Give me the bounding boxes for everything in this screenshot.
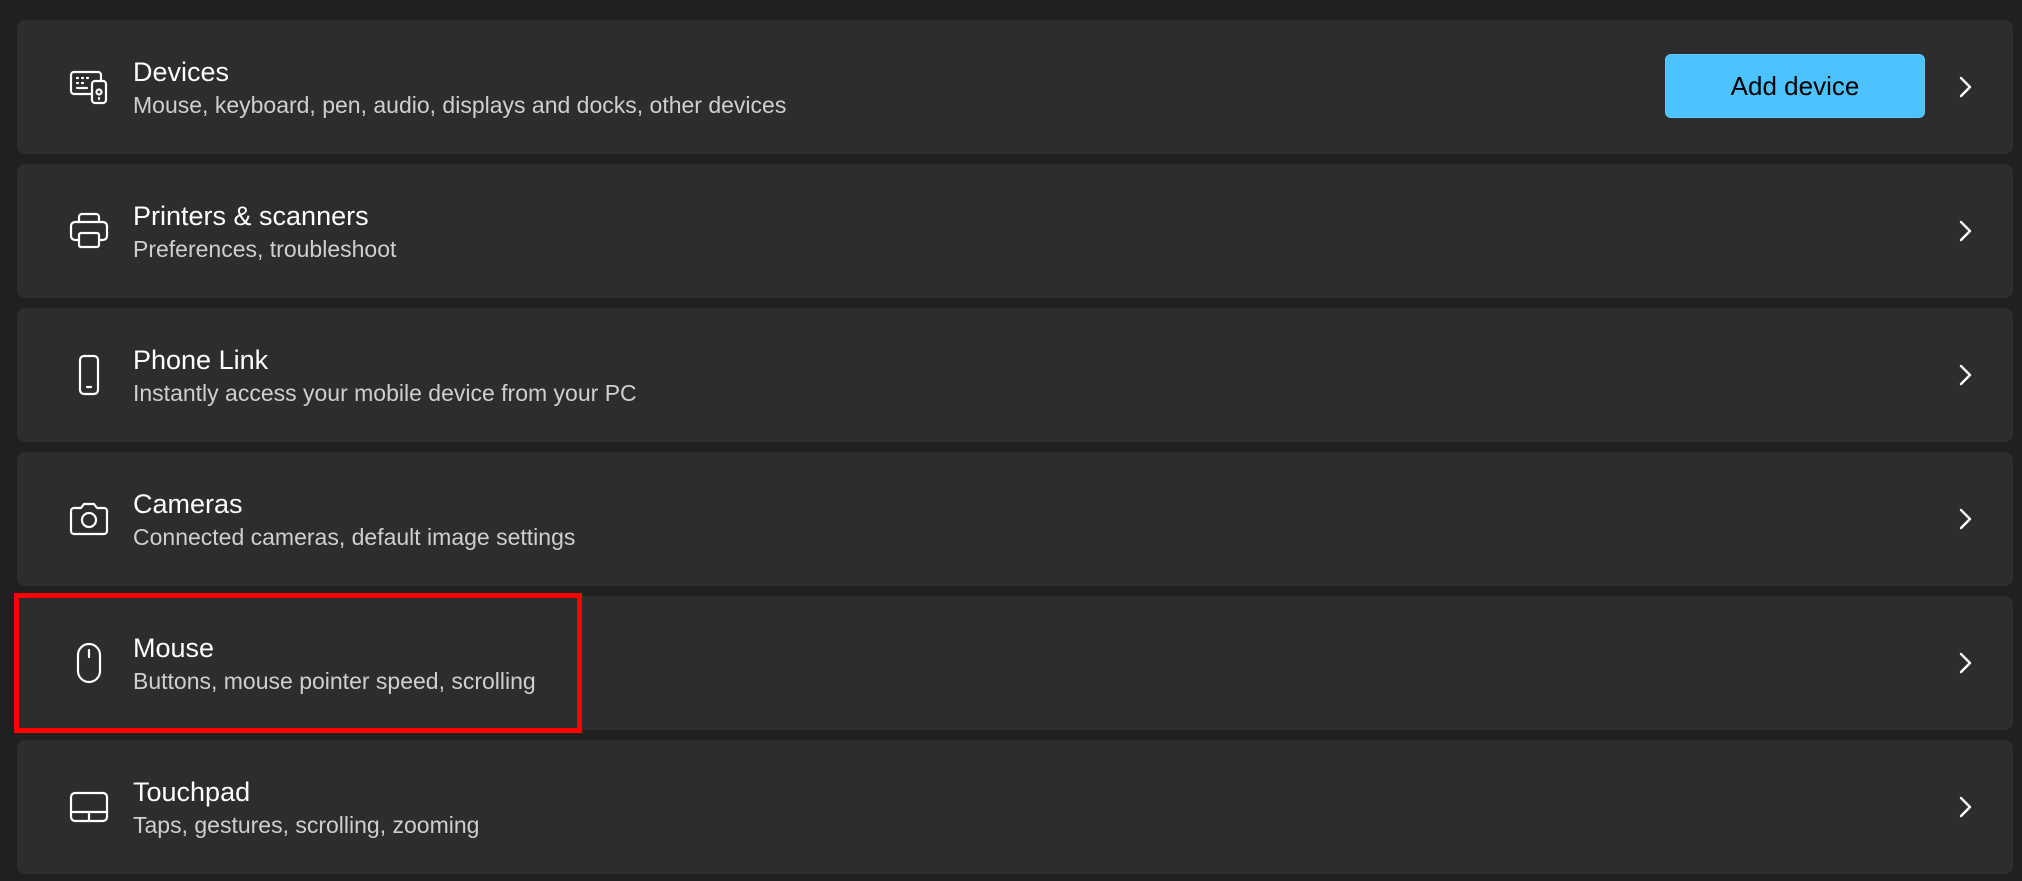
mouse-title: Mouse	[133, 633, 215, 663]
settings-card-mouse[interactable]: Mouse Buttons, mouse pointer speed, scro…	[17, 596, 2013, 730]
touchpad-description: Taps, gestures, scrolling, zooming	[133, 812, 480, 838]
chevron-right-icon[interactable]	[1953, 792, 1977, 822]
devices-title: Devices	[133, 57, 230, 87]
bluetooth-devices-settings-page: Devices Mouse, keyboard, pen, audio, dis…	[0, 0, 2022, 881]
printers-description: Preferences, troubleshoot	[133, 236, 397, 262]
cameras-description: Connected cameras, default image setting…	[133, 524, 576, 550]
settings-card-devices[interactable]: Devices Mouse, keyboard, pen, audio, dis…	[17, 20, 2013, 154]
printer-icon	[67, 209, 111, 253]
chevron-right-icon[interactable]	[1953, 216, 1977, 246]
mouse-icon	[67, 641, 111, 685]
chevron-right-icon[interactable]	[1953, 504, 1977, 534]
phone-link-description: Instantly access your mobile device from…	[133, 380, 637, 406]
printers-title: Printers & scanners	[133, 201, 369, 231]
chevron-right-icon[interactable]	[1953, 360, 1977, 390]
cameras-title: Cameras	[133, 489, 243, 519]
settings-card-touchpad[interactable]: Touchpad Taps, gestures, scrolling, zoom…	[17, 740, 2013, 874]
settings-card-phone-link[interactable]: Phone Link Instantly access your mobile …	[17, 308, 2013, 442]
chevron-right-icon[interactable]	[1953, 72, 1977, 102]
mouse-description: Buttons, mouse pointer speed, scrolling	[133, 668, 536, 694]
touchpad-title: Touchpad	[133, 777, 251, 807]
add-device-button[interactable]: Add device	[1665, 54, 1925, 118]
devices-icon	[67, 65, 111, 109]
touchpad-icon	[67, 785, 111, 829]
phone-link-title: Phone Link	[133, 345, 269, 375]
devices-description: Mouse, keyboard, pen, audio, displays an…	[133, 92, 787, 118]
camera-icon	[67, 497, 111, 541]
settings-card-printers-scanners[interactable]: Printers & scanners Preferences, trouble…	[17, 164, 2013, 298]
settings-card-cameras[interactable]: Cameras Connected cameras, default image…	[17, 452, 2013, 586]
phone-icon	[67, 353, 111, 397]
chevron-right-icon[interactable]	[1953, 648, 1977, 678]
